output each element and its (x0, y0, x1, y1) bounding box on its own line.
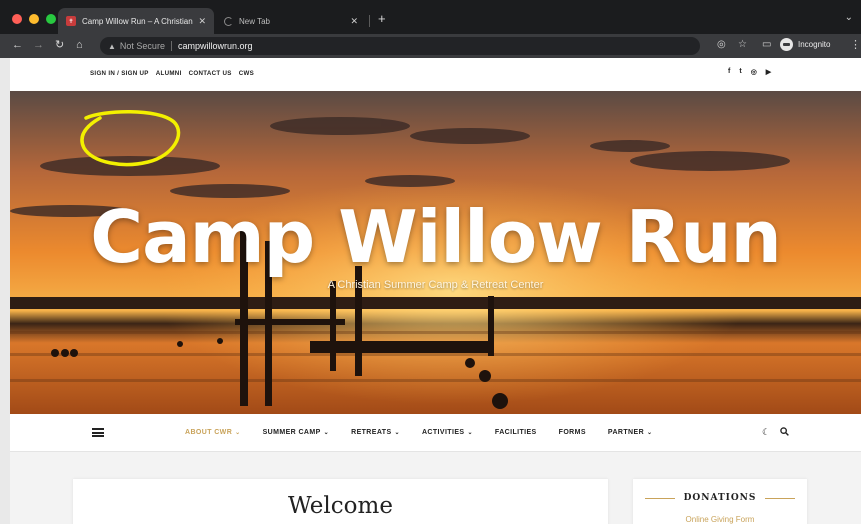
url-text[interactable]: campwillowrun.org (178, 41, 253, 51)
nav-retreats[interactable]: RETREATS ⌄ (351, 429, 400, 436)
hero-banner: Camp Willow Run A Christian Summer Camp … (10, 91, 861, 414)
tab-camp-willow-run[interactable]: ✝ Camp Willow Run – A Christian ✕ (58, 8, 214, 34)
close-window-button[interactable] (12, 14, 22, 24)
top-links: SIGN IN / SIGN UP ALUMNI CONTACT US CWS (90, 70, 254, 77)
loading-icon (224, 16, 233, 26)
hero-title: Camp Willow Run (90, 195, 782, 279)
youtube-icon[interactable]: ▶ (766, 68, 771, 76)
address-bar[interactable]: ▲ Not Secure campwillowrun.org (100, 37, 700, 55)
chevron-down-icon: ⌄ (647, 430, 653, 436)
address-divider (170, 41, 172, 51)
donations-heading: DONATIONS (633, 493, 807, 503)
cast-icon[interactable]: ▭ (762, 39, 771, 51)
facebook-icon[interactable]: f (728, 68, 730, 76)
tab-divider (369, 15, 370, 27)
hamburger-menu-icon[interactable] (92, 428, 104, 437)
forward-arrow-icon[interactable]: → (33, 38, 44, 52)
cws-link[interactable]: CWS (239, 70, 254, 77)
hero-tagline: A Christian Summer Camp & Retreat Center (327, 279, 544, 291)
sign-in-link[interactable]: SIGN IN / SIGN UP (90, 70, 149, 77)
tab-title: Camp Willow Run – A Christian (82, 16, 193, 26)
bookmark-star-icon[interactable]: ☆ (738, 39, 747, 51)
browser-menu-icon[interactable]: ⋮ (850, 38, 861, 51)
social-links: f t ◎ ▶ (728, 68, 771, 76)
site-top-bar: SIGN IN / SIGN UP ALUMNI CONTACT US CWS … (10, 58, 861, 91)
web-page: SIGN IN / SIGN UP ALUMNI CONTACT US CWS … (10, 58, 861, 524)
tab-search-chevron-icon[interactable]: ⌄ (845, 12, 853, 23)
nav-facilities[interactable]: FACILITIES (495, 429, 537, 436)
browser-toolbar: ← → ↻ ⌂ ▲ Not Secure campwillowrun.org ◎… (0, 34, 861, 58)
dark-mode-moon-icon[interactable]: ☾ (762, 427, 770, 438)
donations-label: DONATIONS (683, 493, 757, 503)
incognito-icon (780, 38, 793, 51)
chevron-down-icon: ⌄ (394, 430, 400, 436)
reload-icon[interactable]: ↻ (55, 38, 64, 52)
twitter-icon[interactable]: t (739, 68, 741, 76)
back-arrow-icon[interactable]: ← (12, 38, 23, 52)
heading-rule (644, 497, 675, 499)
contact-us-link[interactable]: CONTACT US (189, 70, 232, 77)
minimize-window-button[interactable] (29, 14, 39, 24)
security-status: Not Secure (119, 41, 165, 51)
alumni-link[interactable]: ALUMNI (156, 70, 182, 77)
tab-new-tab[interactable]: New Tab ✕ (216, 8, 366, 34)
nav-items: ABOUT CWR ⌄ SUMMER CAMP ⌄ RETREATS ⌄ ACTIVI… (185, 429, 674, 436)
nav-forms[interactable]: FORMS (559, 429, 586, 436)
warning-icon: ▲ (108, 41, 116, 51)
eye-slash-icon[interactable]: ◎ (717, 39, 726, 51)
tab-title: New Tab (239, 16, 270, 26)
content-area: Welcome DONATIONS Online Giving Form (10, 452, 861, 524)
chevron-down-icon: ⌄ (235, 430, 241, 436)
donations-widget: DONATIONS Online Giving Form (633, 479, 807, 524)
new-tab-button[interactable]: + (378, 12, 386, 26)
nav-summer-camp[interactable]: SUMMER CAMP ⌄ (263, 429, 330, 436)
close-tab-icon[interactable]: ✕ (198, 16, 206, 27)
online-giving-link[interactable]: Online Giving Form (633, 515, 807, 524)
window-controls (12, 14, 56, 24)
search-icon[interactable] (780, 427, 789, 436)
nav-about-cwr[interactable]: ABOUT CWR ⌄ (185, 429, 241, 436)
chevron-down-icon: ⌄ (323, 430, 330, 436)
welcome-card: Welcome (73, 479, 608, 524)
incognito-profile-button[interactable]: Incognito (780, 38, 830, 51)
heading-rule (765, 497, 796, 499)
nav-activities[interactable]: ACTIVITIES ⌄ (422, 429, 473, 436)
main-navigation: ABOUT CWR ⌄ SUMMER CAMP ⌄ RETREATS ⌄ ACTIVI… (10, 414, 861, 452)
site-favicon-icon: ✝ (66, 16, 76, 26)
home-icon[interactable]: ⌂ (76, 38, 83, 52)
zoom-window-button[interactable] (46, 14, 56, 24)
instagram-icon[interactable]: ◎ (751, 68, 757, 76)
nav-partner[interactable]: PARTNER ⌄ (608, 429, 653, 436)
browser-tab-bar: ✝ Camp Willow Run – A Christian ✕ New Ta… (0, 0, 861, 34)
welcome-heading: Welcome (288, 493, 393, 519)
chevron-down-icon: ⌄ (467, 430, 473, 436)
close-tab-icon[interactable]: ✕ (350, 16, 358, 27)
incognito-label: Incognito (798, 40, 831, 49)
